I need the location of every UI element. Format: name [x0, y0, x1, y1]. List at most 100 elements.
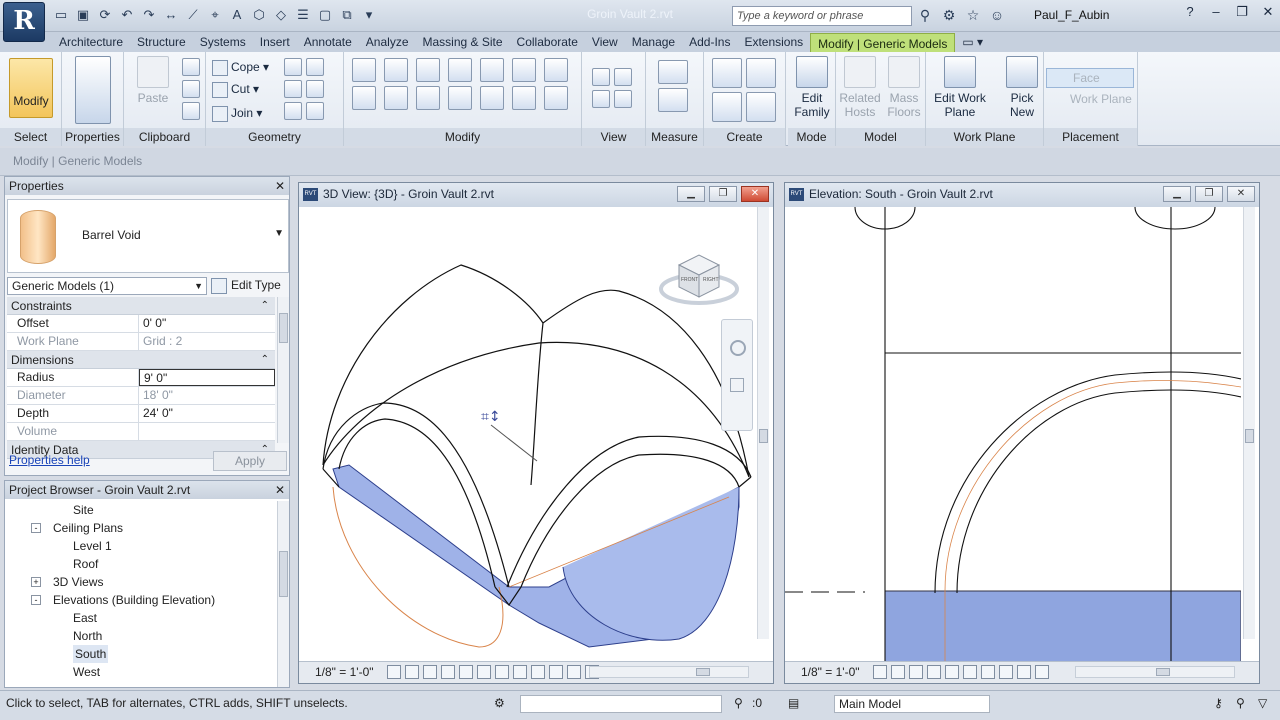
- minimize-icon[interactable]: –: [1208, 4, 1224, 20]
- collapse-icon[interactable]: -: [31, 595, 41, 605]
- property-group[interactable]: Dimensions ⌃: [7, 351, 275, 369]
- text-icon[interactable]: A: [228, 6, 246, 24]
- close-icon[interactable]: ✕: [275, 177, 285, 195]
- close-icon[interactable]: ✕: [1227, 186, 1255, 202]
- void-section-fill[interactable]: [884, 590, 1241, 663]
- design-option-select[interactable]: Main Model: [834, 695, 990, 713]
- browser-node[interactable]: Roof: [5, 555, 275, 573]
- view-3d-vscroll[interactable]: [757, 207, 769, 639]
- dimension-icon[interactable]: ⟋: [184, 6, 202, 24]
- property-row[interactable]: Depth 24' 0": [7, 405, 275, 423]
- cut-geometry-button[interactable]: Cut ▾: [212, 80, 259, 98]
- tab-massing-site[interactable]: Massing & Site: [416, 32, 510, 52]
- create-parts-icon[interactable]: [746, 58, 776, 88]
- edit-work-plane-button[interactable]: Edit Work Plane: [928, 56, 992, 119]
- detail-level-icon[interactable]: [387, 665, 401, 679]
- paint-icon[interactable]: [306, 58, 324, 76]
- browser-node[interactable]: Site: [5, 501, 275, 519]
- select-links-icon[interactable]: ⚷: [1214, 696, 1223, 710]
- hide-icon[interactable]: [592, 68, 610, 86]
- ribbon-toggle-icon[interactable]: ▭ ▾: [955, 32, 990, 52]
- tab-analyze[interactable]: Analyze: [359, 32, 416, 52]
- minimize-icon[interactable]: ▁: [1163, 186, 1191, 202]
- edit-type-button[interactable]: Edit Type: [211, 275, 281, 295]
- brush-icon[interactable]: [592, 90, 610, 108]
- mirror-axis-icon[interactable]: [416, 58, 440, 82]
- tab-manage[interactable]: Manage: [625, 32, 682, 52]
- unpin-icon[interactable]: [544, 58, 568, 82]
- chevron-down-icon[interactable]: ▼: [274, 228, 284, 239]
- aligned-dimension-icon[interactable]: [658, 88, 688, 112]
- close-icon[interactable]: ✕: [1260, 4, 1276, 20]
- cope-button[interactable]: Cope ▾: [212, 58, 269, 76]
- array-icon[interactable]: [480, 86, 504, 110]
- type-selector[interactable]: Barrel Void ▼: [7, 199, 289, 273]
- browser-node[interactable]: Level 1: [5, 537, 275, 555]
- crop-view-icon[interactable]: [945, 665, 959, 679]
- face-button[interactable]: Face: [1046, 68, 1134, 88]
- view-scale[interactable]: 1/8" = 1'-0": [801, 662, 860, 682]
- trim-icon[interactable]: [448, 86, 472, 110]
- property-row[interactable]: Volume: [7, 423, 275, 441]
- instance-filter-select[interactable]: Generic Models (1) ▼: [7, 277, 207, 295]
- browser-node[interactable]: South: [5, 645, 275, 663]
- thin-lines-icon[interactable]: ☰: [294, 6, 312, 24]
- wall-joins-icon[interactable]: [284, 80, 302, 98]
- radius-value-input[interactable]: 9' 0": [139, 369, 275, 386]
- workset-select[interactable]: [520, 695, 722, 713]
- copy-icon-modify[interactable]: [384, 86, 408, 110]
- browser-node[interactable]: North: [5, 627, 275, 645]
- navigation-bar[interactable]: [721, 319, 753, 431]
- property-row[interactable]: Offset 0' 0": [7, 315, 275, 333]
- work-plane-placement-button[interactable]: Work Plane: [1046, 92, 1136, 106]
- mass-floors-button[interactable]: Mass Floors: [880, 56, 928, 119]
- create-group-icon[interactable]: [712, 92, 742, 122]
- open-icon[interactable]: ▭: [52, 6, 70, 24]
- collapse-icon[interactable]: ⌃: [261, 351, 269, 369]
- rotate-icon[interactable]: [416, 86, 440, 110]
- split-face-icon[interactable]: [284, 58, 302, 76]
- collapse-icon[interactable]: ⌃: [261, 297, 269, 315]
- search-input[interactable]: Type a keyword or phrase: [732, 6, 912, 26]
- property-row[interactable]: Work Plane Grid : 2: [7, 333, 275, 351]
- copy-icon[interactable]: [182, 80, 200, 98]
- tab-modify-generic-models[interactable]: Modify | Generic Models: [810, 33, 956, 52]
- copy-small-icon[interactable]: [512, 58, 536, 82]
- browser-node[interactable]: - Elevations (Building Elevation): [5, 591, 275, 609]
- move-small-icon[interactable]: [480, 58, 504, 82]
- property-value[interactable]: 0' 0": [139, 315, 275, 332]
- browser-node[interactable]: East: [5, 609, 275, 627]
- restore-icon[interactable]: ❐: [1234, 4, 1250, 20]
- worksets-icon[interactable]: ⚙: [494, 696, 510, 712]
- apply-button[interactable]: Apply: [213, 451, 287, 471]
- demolish-icon[interactable]: [306, 80, 324, 98]
- move-icon[interactable]: [352, 86, 376, 110]
- geometry-extra-icon[interactable]: [284, 102, 302, 120]
- viewcube[interactable]: FRONT RIGHT: [657, 243, 741, 316]
- edit-family-button[interactable]: Edit Family: [788, 56, 836, 119]
- visual-style-icon[interactable]: [891, 665, 905, 679]
- select-pinned-icon[interactable]: ⚲: [1236, 696, 1245, 710]
- property-group[interactable]: Constraints ⌃: [7, 297, 275, 315]
- close-icon[interactable]: ✕: [741, 186, 769, 202]
- close-icon[interactable]: ✕: [275, 481, 285, 499]
- elevation-canvas[interactable]: [785, 207, 1241, 663]
- tab-extensions[interactable]: Extensions: [737, 32, 810, 52]
- temporary-hide-icon[interactable]: [531, 665, 545, 679]
- binoculars-icon[interactable]: ⚲: [916, 6, 934, 24]
- filter-icon[interactable]: ⚲: [734, 696, 743, 710]
- editing-requests-icon[interactable]: ▤: [788, 696, 799, 710]
- switch-windows-icon[interactable]: ⧉: [338, 6, 356, 24]
- related-hosts-button[interactable]: Related Hosts: [836, 56, 884, 119]
- shadows-icon[interactable]: [927, 665, 941, 679]
- star-icon[interactable]: ☆: [964, 6, 982, 24]
- restore-icon[interactable]: ❐: [1195, 186, 1223, 202]
- browser-node[interactable]: +3D Views: [5, 573, 275, 591]
- panel-label-select[interactable]: Select: [0, 128, 61, 146]
- 3d-view-icon[interactable]: ⬡: [250, 6, 268, 24]
- browser-scrollbar[interactable]: [277, 501, 289, 687]
- restore-icon[interactable]: ❐: [709, 186, 737, 202]
- mirror-draw-icon[interactable]: [448, 58, 472, 82]
- tab-collaborate[interactable]: Collaborate: [510, 32, 585, 52]
- detail-level-icon[interactable]: [873, 665, 887, 679]
